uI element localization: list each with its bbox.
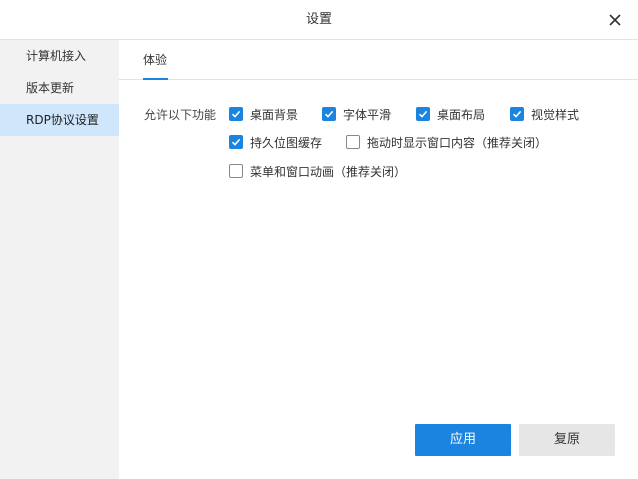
option-desktop-background[interactable]: 桌面背景 (229, 106, 298, 122)
checkbox-unchecked[interactable] (346, 135, 360, 149)
tab-experience[interactable]: 体验 (143, 40, 167, 80)
section-label: 允许以下功能 (144, 108, 217, 122)
sidebar-item-computer-access[interactable]: 计算机接入 (0, 40, 119, 72)
sidebar-item-label: 版本更新 (26, 81, 75, 95)
settings-window: 设置 计算机接入 版本更新 RDP协议设置 体验 允许以下功能 桌面背景 字体平… (0, 0, 638, 479)
option-label: 拖动时显示窗口内容（推荐关闭） (367, 135, 548, 150)
content-panel: 体验 允许以下功能 桌面背景 字体平滑 桌面布局 视觉样式 持久位图缓存 拖动时… (119, 40, 638, 479)
checkbox-checked[interactable] (416, 107, 430, 121)
option-label: 字体平滑 (343, 107, 392, 122)
tab-bar: 体验 (119, 40, 638, 80)
checkbox-checked[interactable] (322, 107, 336, 121)
checkbox-unchecked[interactable] (229, 164, 243, 178)
close-button[interactable] (606, 11, 624, 29)
option-bitmap-caching[interactable]: 持久位图缓存 (229, 134, 322, 150)
sidebar-item-rdp-settings[interactable]: RDP协议设置 (0, 104, 119, 136)
close-icon (609, 14, 621, 26)
option-visual-styles[interactable]: 视觉样式 (510, 106, 579, 122)
option-desktop-composition[interactable]: 桌面布局 (416, 106, 485, 122)
check-icon (231, 110, 241, 118)
checkbox-checked[interactable] (229, 135, 243, 149)
title-bar: 设置 (0, 0, 638, 40)
option-label: 菜单和窗口动画（推荐关闭） (250, 164, 407, 179)
check-icon (231, 138, 241, 146)
option-label: 视觉样式 (531, 107, 580, 122)
window-title: 设置 (305, 12, 332, 27)
option-window-drag[interactable]: 拖动时显示窗口内容（推荐关闭） (346, 134, 547, 150)
sidebar: 计算机接入 版本更新 RDP协议设置 (0, 40, 119, 479)
option-label: 持久位图缓存 (250, 135, 323, 150)
option-label: 桌面布局 (437, 107, 486, 122)
check-icon (418, 110, 428, 118)
check-icon (324, 110, 334, 118)
sidebar-item-label: 计算机接入 (26, 49, 87, 63)
tab-active-indicator (143, 78, 168, 80)
sidebar-item-label: RDP协议设置 (26, 113, 99, 127)
apply-button[interactable]: 应用 (415, 424, 511, 456)
option-menu-animations[interactable]: 菜单和窗口动画（推荐关闭） (229, 163, 406, 179)
checkbox-checked[interactable] (510, 107, 524, 121)
checkbox-checked[interactable] (229, 107, 243, 121)
sidebar-item-version-update[interactable]: 版本更新 (0, 72, 119, 104)
reset-button[interactable]: 复原 (519, 424, 615, 456)
check-icon (512, 110, 522, 118)
option-label: 桌面背景 (250, 107, 299, 122)
option-font-smoothing[interactable]: 字体平滑 (322, 106, 391, 122)
